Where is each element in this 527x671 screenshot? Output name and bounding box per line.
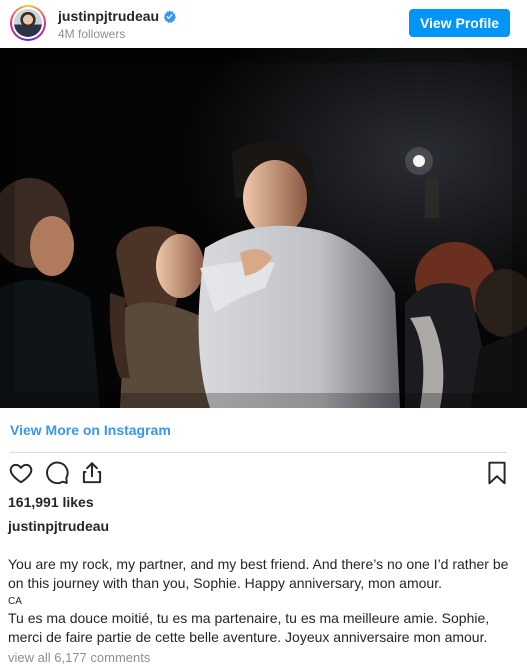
- post-photo-illustration: [0, 48, 527, 408]
- view-all-comments-link[interactable]: view all 6,177 comments: [8, 650, 150, 665]
- post-image[interactable]: [0, 48, 527, 408]
- divider: [10, 452, 507, 453]
- share-icon[interactable]: [79, 460, 105, 486]
- username-text: justinpjtrudeau: [58, 8, 160, 24]
- like-count[interactable]: 161,991 likes: [8, 494, 94, 510]
- heart-icon[interactable]: [8, 460, 34, 486]
- avatar-image: [14, 9, 42, 37]
- bookmark-icon[interactable]: [484, 460, 510, 486]
- view-profile-button[interactable]: View Profile: [409, 9, 510, 37]
- username-link[interactable]: justinpjtrudeau: [58, 8, 177, 24]
- follower-count: 4M followers: [58, 27, 126, 41]
- caption-french: Tu es ma douce moitié, tu es ma partenai…: [8, 610, 490, 645]
- avatar-ring: [12, 7, 44, 39]
- comment-icon[interactable]: [44, 460, 70, 486]
- caption-english: You are my rock, my partner, and my best…: [8, 556, 509, 591]
- avatar[interactable]: [10, 5, 46, 41]
- caption-username[interactable]: justinpjtrudeau: [8, 518, 109, 534]
- caption-text: You are my rock, my partner, and my best…: [8, 555, 513, 647]
- verified-badge-icon: [163, 10, 177, 23]
- post-header: justinpjtrudeau 4M followers View Profil…: [0, 0, 527, 48]
- view-more-link[interactable]: View More on Instagram: [10, 422, 171, 438]
- instagram-embed: justinpjtrudeau 4M followers View Profil…: [0, 0, 527, 671]
- location-tag: CA: [8, 596, 22, 607]
